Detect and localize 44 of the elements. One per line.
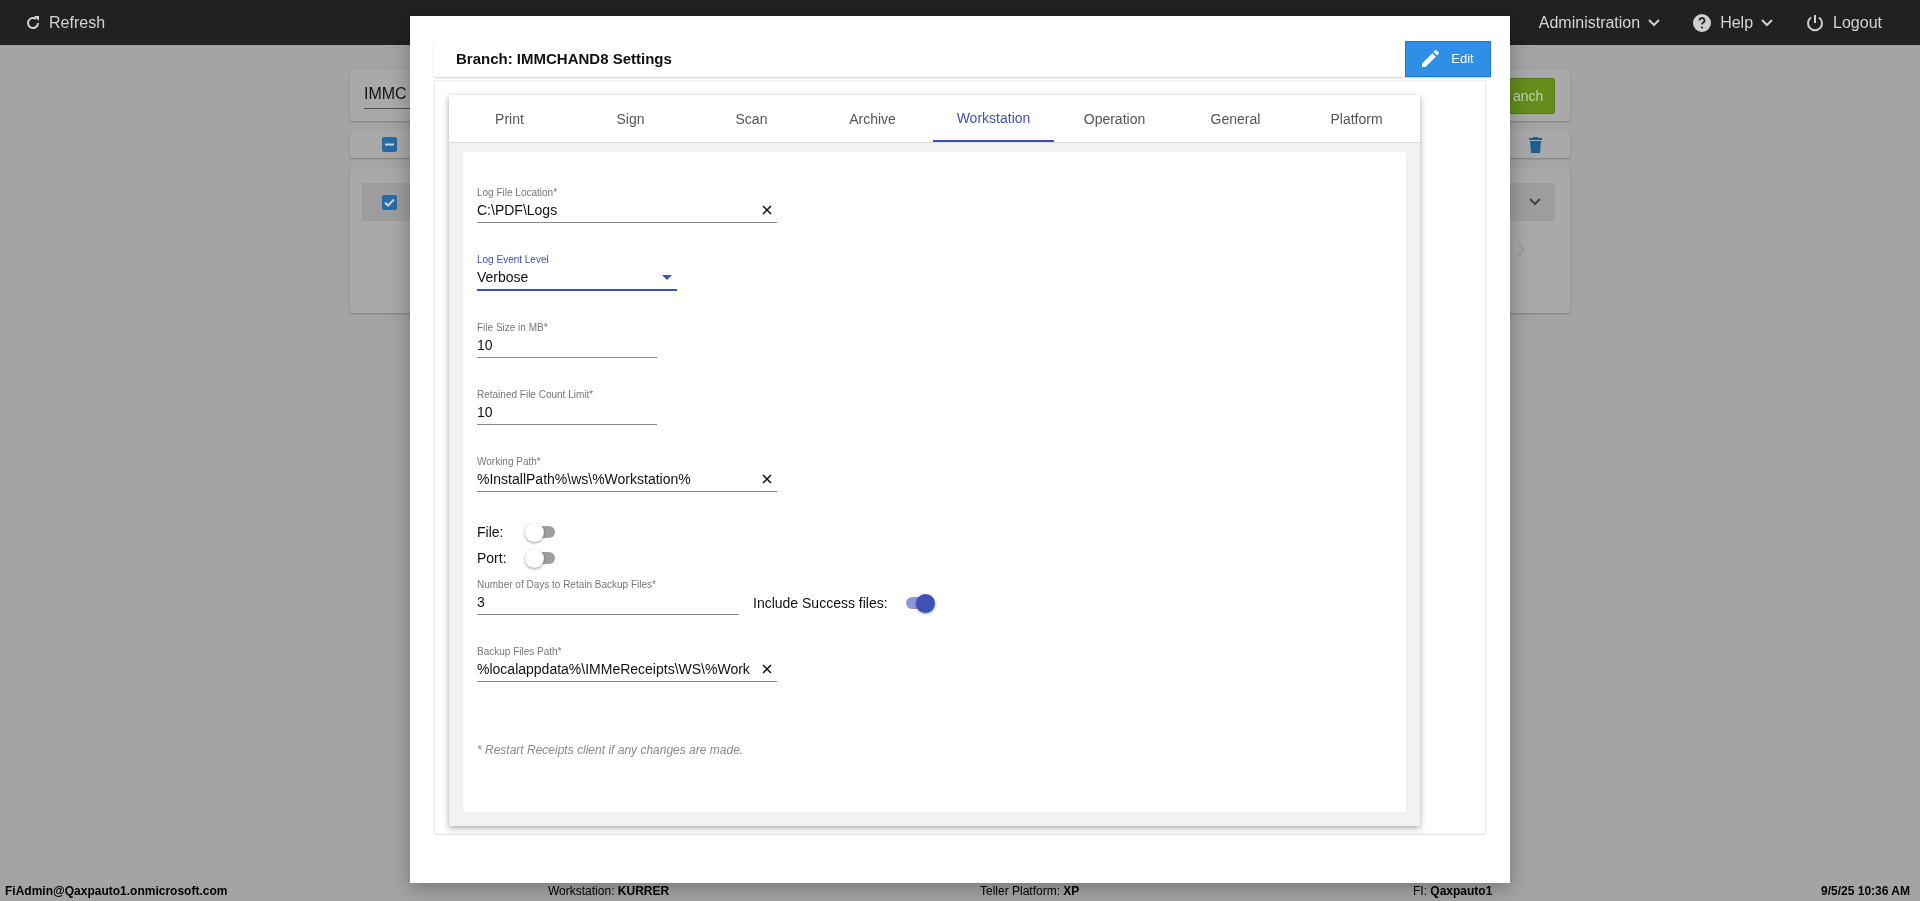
checkbox[interactable] bbox=[382, 194, 397, 210]
toggle-label: File: bbox=[477, 524, 505, 540]
input-field[interactable]: Number of Days to Retain Backup Files* 3 bbox=[477, 579, 739, 615]
toggle-switch[interactable] bbox=[525, 522, 555, 542]
dropdown-field[interactable]: Log Event Level Verbose bbox=[477, 254, 677, 291]
checkbox[interactable] bbox=[382, 137, 397, 152]
input-field[interactable]: File Size in MB* 10 bbox=[477, 322, 657, 358]
restart-note: * Restart Receipts client if any changes are made. bbox=[477, 743, 745, 757]
input-field[interactable]: Log File Location* C:\PDF\Logs bbox=[477, 187, 777, 223]
dropdown-arrow-icon bbox=[662, 274, 672, 280]
chevron-down-icon[interactable] bbox=[1529, 198, 1541, 206]
tab[interactable]: General bbox=[1175, 95, 1296, 142]
user-email: FiAdmin@Qaxpauto1.onmicrosoft.com bbox=[5, 884, 229, 898]
logout-button[interactable]: Logout bbox=[1805, 12, 1882, 33]
chevron-down-icon bbox=[1648, 18, 1661, 27]
tab[interactable]: Archive bbox=[812, 95, 933, 142]
tab[interactable]: Print bbox=[449, 95, 570, 142]
platform-label: Teller Platform: XP bbox=[980, 884, 1081, 898]
tab[interactable]: Platform bbox=[1296, 95, 1417, 142]
input-field[interactable]: Working Path* %InstallPath%\ws\%Workstation% bbox=[477, 456, 777, 492]
menu-button[interactable]: Administration bbox=[1538, 13, 1661, 32]
tab[interactable]: Operation bbox=[1054, 95, 1175, 142]
fi-label: FI: Qaxpauto1 bbox=[1413, 884, 1494, 898]
date-time: 9/5/25 10:36 AM bbox=[1821, 884, 1910, 898]
pencil-icon bbox=[1422, 50, 1440, 67]
clear-icon[interactable] bbox=[762, 664, 772, 674]
trash-icon[interactable] bbox=[1529, 136, 1542, 153]
toggle-label: Port: bbox=[477, 550, 508, 566]
menu-button[interactable]: Help bbox=[1692, 12, 1774, 33]
clear-icon[interactable] bbox=[762, 205, 772, 215]
tab[interactable]: Scan bbox=[691, 95, 812, 142]
tab[interactable]: Sign bbox=[570, 95, 691, 142]
input-field[interactable]: Retained File Count Limit* 10 bbox=[477, 389, 657, 425]
refresh-button[interactable]: Refresh bbox=[25, 13, 106, 32]
workstation-label: Workstation: KURRER bbox=[548, 884, 671, 898]
chevron-down-icon bbox=[1761, 18, 1774, 27]
input-field[interactable]: Backup Files Path* %localappdata%\IMMeReceipts\WS\%Work bbox=[477, 646, 777, 682]
clear-icon[interactable] bbox=[762, 474, 772, 484]
refresh-icon bbox=[25, 14, 41, 31]
modal-title: Branch: IMMCHAND8 Settings bbox=[456, 50, 672, 67]
toggle-label: Include Success files: bbox=[753, 595, 888, 611]
help-icon bbox=[1692, 12, 1713, 33]
power-icon bbox=[1805, 12, 1826, 33]
toggle-switch[interactable] bbox=[525, 548, 555, 568]
